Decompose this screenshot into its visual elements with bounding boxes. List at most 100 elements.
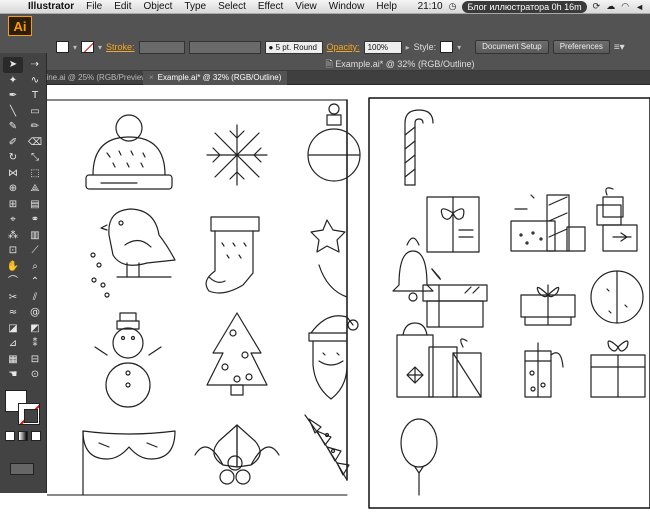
stroke-color-box[interactable] [18, 403, 40, 425]
artboard-canvas[interactable] [47, 85, 650, 512]
menu-illustrator[interactable]: Illustrator [22, 1, 80, 12]
measure-tool-icon[interactable]: ⊿ [3, 336, 23, 352]
masquerade-mask-icon[interactable] [82, 430, 176, 496]
pan-tool-icon[interactable]: ☚ [3, 367, 23, 383]
christmas-tree-icon[interactable] [206, 312, 268, 396]
tab-close-icon[interactable]: × [149, 73, 154, 82]
zoom-tool-icon[interactable]: ⌕ [25, 259, 45, 275]
document-setup-button[interactable]: Document Setup [475, 40, 549, 54]
fill-dropdown-icon[interactable]: ▾ [73, 43, 77, 52]
twirl-tool-icon[interactable]: @ [25, 305, 45, 321]
tab-example-ai[interactable]: × Example.ai* @ 32% (RGB/Outline) [143, 71, 288, 85]
fill-swatch[interactable] [56, 41, 69, 53]
timer-icon[interactable]: ◷ [449, 1, 457, 12]
wifi-icon[interactable]: ◠ [621, 1, 629, 12]
menu-window[interactable]: Window [323, 1, 371, 12]
tall-gift-icon[interactable] [596, 187, 638, 252]
scissors-tool-icon[interactable]: ✂ [3, 290, 23, 306]
free-transform-tool-icon[interactable]: ⬚ [25, 166, 45, 182]
snowman-icon[interactable] [94, 312, 162, 408]
style-dropdown-icon[interactable]: ▾ [457, 43, 461, 52]
artboard-tool-icon[interactable]: ⊡ [3, 243, 23, 259]
menu-object[interactable]: Object [137, 1, 178, 12]
pen-tool-icon[interactable]: ✒ [3, 88, 23, 104]
opacity-arrow-icon[interactable]: ▸ [406, 43, 410, 52]
menu-type[interactable]: Type [178, 1, 212, 12]
width-tool-icon[interactable]: ⋈ [3, 166, 23, 182]
christmas-stocking-icon[interactable] [205, 216, 260, 294]
gift-box-bow-icon[interactable] [426, 196, 480, 253]
christmas-ornament-icon[interactable] [307, 103, 361, 182]
none-mode-button[interactable] [31, 431, 41, 441]
balloon-icon[interactable] [400, 418, 438, 496]
style-swatch[interactable] [440, 41, 454, 53]
symbol-shifter-tool-icon[interactable]: ⁑ [25, 336, 45, 352]
menu-help[interactable]: Help [370, 1, 403, 12]
magnify-tool-icon[interactable]: ⊙ [25, 367, 45, 383]
stroke-dropdown-icon[interactable]: ▾ [98, 43, 102, 52]
paintbrush-tool-icon[interactable]: ✎ [3, 119, 23, 135]
winter-hat-icon[interactable] [85, 114, 173, 190]
gradient-mode-button[interactable] [18, 431, 28, 441]
column-graph-tool-icon[interactable]: ▥ [25, 228, 45, 244]
wrapped-box-icon[interactable] [590, 340, 646, 398]
perspective-grid-tool-icon[interactable]: ⟁ [25, 181, 45, 197]
opacity-label[interactable]: Opacity: [327, 42, 360, 52]
stroke-label[interactable]: Stroke: [106, 42, 135, 52]
moon-star-icon[interactable] [310, 219, 348, 298]
brush-definition-field[interactable]: ● 5 pt. Round [264, 40, 323, 54]
lasso-tool-icon[interactable]: ∿ [25, 73, 45, 89]
color-mode-button[interactable] [5, 431, 15, 441]
blob-brush-tool-icon[interactable]: ✐ [3, 135, 23, 151]
snowflake-icon[interactable] [206, 124, 268, 186]
rectangle-tool-icon[interactable]: ▭ [25, 104, 45, 120]
knife-tool-icon[interactable]: ⫽ [25, 290, 45, 306]
bar-graph-tool-icon[interactable]: ▦ [3, 352, 23, 368]
screen-mode-button[interactable] [10, 463, 34, 475]
shape-builder-tool-icon[interactable]: ⊕ [3, 181, 23, 197]
round-present-icon[interactable] [520, 270, 644, 326]
blend-tool-icon[interactable]: ⚭ [25, 212, 45, 228]
selection-tool-icon[interactable]: ➤ [3, 57, 23, 73]
type-tool-icon[interactable]: T [25, 88, 45, 104]
gift-pile-icon[interactable] [422, 268, 488, 328]
holly-icon[interactable] [194, 424, 280, 485]
stroke-swatch[interactable] [81, 41, 95, 53]
live-paint-select-icon[interactable]: ◩ [25, 321, 45, 337]
pencil-tool-icon[interactable]: ✏ [25, 119, 45, 135]
cloud-icon[interactable]: ☁ [606, 1, 615, 12]
candy-cane-icon[interactable] [404, 109, 434, 186]
warp-tool-icon[interactable]: ≈ [3, 305, 23, 321]
volume-icon[interactable]: ◄ [635, 2, 644, 12]
timer-badge[interactable]: Блог иллюстратора 0h 16m [462, 0, 587, 13]
symbol-sprayer-tool-icon[interactable]: ⁂ [3, 228, 23, 244]
hand-tool-icon[interactable]: ✋ [3, 259, 23, 275]
mesh-tool-icon[interactable]: ⊞ [3, 197, 23, 213]
bird-icon[interactable] [90, 208, 176, 298]
eraser-tool-icon[interactable]: ⌫ [25, 135, 45, 151]
rotate-tool-icon[interactable]: ↻ [3, 150, 23, 166]
scale-tool-icon[interactable]: ⤡ [25, 150, 45, 166]
slice-tool-icon[interactable]: ⟋ [25, 243, 45, 259]
gradient-tool-icon[interactable]: ▤ [25, 197, 45, 213]
ornament-gift-icon[interactable] [524, 342, 564, 398]
menu-effect[interactable]: Effect [252, 1, 289, 12]
stroke-weight-field[interactable] [138, 40, 185, 54]
live-paint-tool-icon[interactable]: ◪ [3, 321, 23, 337]
menu-file[interactable]: File [80, 1, 108, 12]
sync-icon[interactable]: ⟳ [593, 1, 601, 12]
menu-view[interactable]: View [289, 1, 323, 12]
print-tiling-tool-icon[interactable]: ⊟ [25, 352, 45, 368]
fill-stroke-widget[interactable] [5, 390, 41, 426]
menu-select[interactable]: Select [212, 1, 252, 12]
line-tool-icon[interactable]: ╲ [3, 104, 23, 120]
santa-claus-icon[interactable] [308, 315, 359, 400]
preferences-button[interactable]: Preferences [552, 40, 610, 54]
direct-selection-tool-icon[interactable]: ⇢ [25, 57, 45, 73]
variable-width-field[interactable] [188, 40, 261, 54]
tab-line-ai[interactable]: ×line.ai @ 25% (RGB/Preview) [30, 71, 156, 85]
anchor-point-tool-icon[interactable]: ⌃ [25, 274, 45, 290]
eyedropper-tool-icon[interactable]: ⌖ [3, 212, 23, 228]
arrange-documents-icon[interactable]: ≡▾ [614, 42, 625, 53]
stacked-gifts-icon[interactable] [510, 194, 586, 252]
